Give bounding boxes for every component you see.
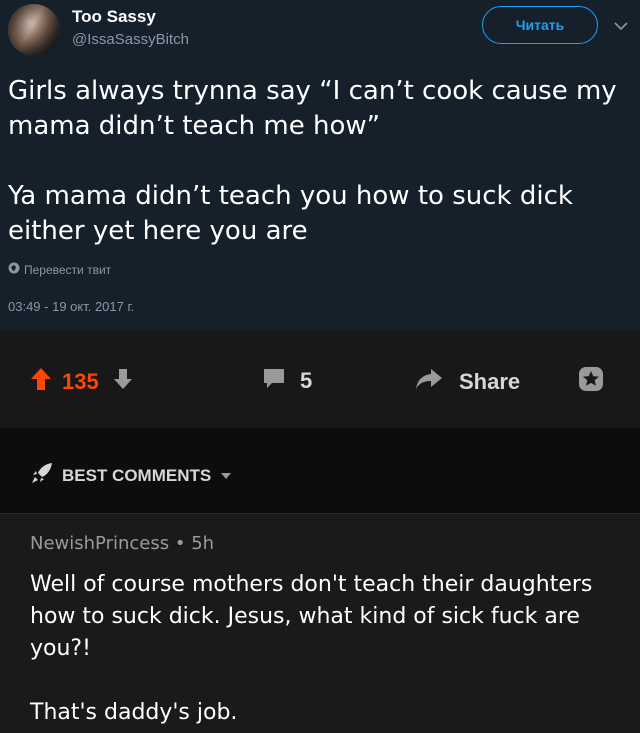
upvote-icon[interactable]	[30, 367, 52, 397]
rocket-icon	[30, 461, 54, 490]
comment-author[interactable]: NewishPrincess	[30, 533, 169, 554]
share-label[interactable]: Share	[459, 369, 520, 395]
comment-icon[interactable]	[262, 367, 286, 395]
comment-meta: NewishPrincess • 5h	[30, 533, 214, 554]
comment-text: Well of course mothers don't teach their…	[30, 572, 593, 725]
tweet-text: Girls always trynna say “I can’t cook ca…	[8, 76, 617, 246]
tweet-timestamp[interactable]: 03:49 - 19 окт. 2017 г.	[8, 299, 134, 314]
comments-group[interactable]: 5	[262, 367, 312, 395]
tweet-card: Too Sassy @IssaSassyBitch Читать Girls a…	[0, 0, 640, 330]
chevron-down-icon[interactable]	[219, 466, 233, 486]
comment-age: 5h	[191, 533, 215, 554]
best-comments-label[interactable]: BEST COMMENTS	[62, 466, 211, 486]
author-handle[interactable]: @IssaSassyBitch	[72, 31, 189, 48]
upvote-count: 135	[62, 369, 99, 394]
chevron-down-icon[interactable]	[614, 18, 628, 36]
follow-button[interactable]: Читать	[482, 6, 598, 44]
translate-label[interactable]: Перевести твит	[24, 263, 111, 277]
author-name[interactable]: Too Sassy	[72, 7, 156, 27]
sort-dropdown[interactable]: BEST COMMENTS	[30, 461, 233, 490]
share-group[interactable]: Share	[415, 367, 520, 397]
best-comments-header: BEST COMMENTS	[0, 428, 640, 514]
downvote-icon[interactable]	[113, 368, 133, 396]
meta-separator: •	[174, 533, 186, 554]
comment-count: 5	[300, 368, 313, 393]
action-bar: 135 5 Share	[0, 330, 640, 428]
globe-icon	[8, 262, 20, 277]
translate-link[interactable]: Перевести твит	[8, 262, 111, 277]
save-star-icon[interactable]	[578, 366, 604, 392]
avatar[interactable]	[8, 4, 60, 56]
share-icon[interactable]	[415, 367, 443, 397]
comment: NewishPrincess • 5h Well of course mothe…	[0, 514, 640, 733]
upvote-group: 135	[30, 367, 133, 397]
